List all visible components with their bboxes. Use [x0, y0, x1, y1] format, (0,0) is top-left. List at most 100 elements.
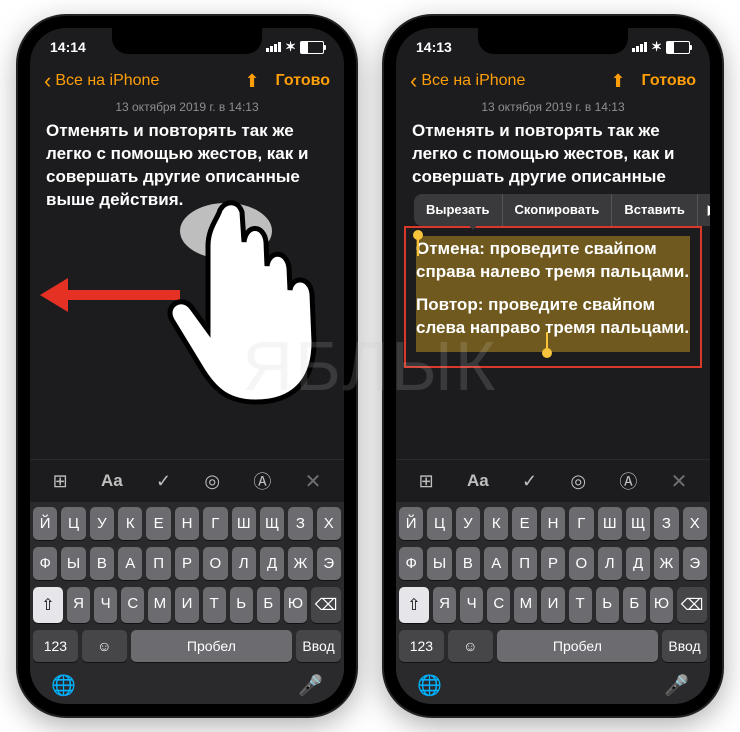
key-А[interactable]: А: [484, 547, 508, 580]
key-Т[interactable]: Т: [203, 587, 226, 623]
ctx-paste[interactable]: Вставить: [612, 194, 698, 226]
key-Я[interactable]: Я: [433, 587, 456, 623]
selection-handle-end[interactable]: [542, 348, 552, 358]
note-body[interactable]: Отменять и повторять так же легко с помо…: [396, 120, 710, 459]
ctx-cut[interactable]: Вырезать: [414, 194, 503, 226]
key-Л[interactable]: Л: [598, 547, 622, 580]
done-button[interactable]: Готово: [642, 72, 696, 90]
key-У[interactable]: У: [90, 507, 114, 540]
keyboard[interactable]: ЙЦУКЕНГШЩЗХ ФЫВАПРОЛДЖЭ ⇧ ЯЧСМИТЬБЮ ⌫ 12…: [30, 502, 344, 704]
key-Ф[interactable]: Ф: [33, 547, 57, 580]
shift-key[interactable]: ⇧: [33, 587, 63, 623]
enter-key[interactable]: Ввод: [296, 630, 341, 662]
selected-text[interactable]: Отмена: проведите свайпом справа налево …: [416, 236, 690, 352]
shift-key[interactable]: ⇧: [399, 587, 429, 623]
close-icon[interactable]: ✕: [671, 469, 688, 494]
key-Ы[interactable]: Ы: [61, 547, 85, 580]
numbers-key[interactable]: 123: [399, 630, 444, 662]
key-Ц[interactable]: Ц: [427, 507, 451, 540]
done-button[interactable]: Готово: [276, 72, 330, 90]
key-Л[interactable]: Л: [232, 547, 256, 580]
key-В[interactable]: В: [90, 547, 114, 580]
markup-icon[interactable]: Ⓐ: [619, 468, 637, 494]
key-Б[interactable]: Б: [623, 587, 646, 623]
key-З[interactable]: З: [654, 507, 678, 540]
mic-icon[interactable]: 🎤: [298, 673, 323, 698]
key-Ч[interactable]: Ч: [460, 587, 483, 623]
key-О[interactable]: О: [569, 547, 593, 580]
globe-icon[interactable]: 🌐: [417, 673, 442, 698]
key-Б[interactable]: Б: [257, 587, 280, 623]
key-Е[interactable]: Е: [512, 507, 536, 540]
key-Я[interactable]: Я: [67, 587, 90, 623]
key-Н[interactable]: Н: [541, 507, 565, 540]
key-Ь[interactable]: Ь: [230, 587, 253, 623]
key-Ш[interactable]: Ш: [598, 507, 622, 540]
key-Е[interactable]: Е: [146, 507, 170, 540]
key-Э[interactable]: Э: [317, 547, 341, 580]
mic-icon[interactable]: 🎤: [664, 673, 689, 698]
key-Ц[interactable]: Ц: [61, 507, 85, 540]
delete-key[interactable]: ⌫: [311, 587, 341, 623]
format-icon[interactable]: Aa: [467, 471, 489, 491]
table-icon[interactable]: ⊞: [53, 471, 68, 492]
key-Й[interactable]: Й: [399, 507, 423, 540]
key-Ф[interactable]: Ф: [399, 547, 423, 580]
key-М[interactable]: М: [148, 587, 171, 623]
checklist-icon[interactable]: ✓: [522, 471, 537, 492]
close-icon[interactable]: ✕: [305, 469, 322, 494]
key-Х[interactable]: Х: [683, 507, 707, 540]
back-button[interactable]: ‹ Все на iPhone: [44, 70, 159, 92]
emoji-key[interactable]: ☺: [448, 630, 493, 662]
share-icon[interactable]: ⬆︎: [244, 71, 259, 92]
key-Д[interactable]: Д: [260, 547, 284, 580]
key-Х[interactable]: Х: [317, 507, 341, 540]
globe-icon[interactable]: 🌐: [51, 673, 76, 698]
key-С[interactable]: С: [121, 587, 144, 623]
key-Г[interactable]: Г: [203, 507, 227, 540]
key-Н[interactable]: Н: [175, 507, 199, 540]
camera-icon[interactable]: ◎: [570, 471, 586, 492]
ctx-more-icon[interactable]: ▶: [698, 194, 710, 226]
checklist-icon[interactable]: ✓: [156, 471, 171, 492]
back-button[interactable]: ‹ Все на iPhone: [410, 70, 525, 92]
key-Ж[interactable]: Ж: [288, 547, 312, 580]
key-С[interactable]: С: [487, 587, 510, 623]
key-Т[interactable]: Т: [569, 587, 592, 623]
context-menu[interactable]: Вырезать Скопировать Вставить ▶: [414, 194, 710, 226]
key-З[interactable]: З: [288, 507, 312, 540]
emoji-key[interactable]: ☺: [82, 630, 127, 662]
key-М[interactable]: М: [514, 587, 537, 623]
key-А[interactable]: А: [118, 547, 142, 580]
key-Ч[interactable]: Ч: [94, 587, 117, 623]
markup-icon[interactable]: Ⓐ: [253, 468, 271, 494]
key-Р[interactable]: Р: [175, 547, 199, 580]
delete-key[interactable]: ⌫: [677, 587, 707, 623]
key-В[interactable]: В: [456, 547, 480, 580]
note-body[interactable]: Отменять и повторять так же легко с помо…: [30, 120, 344, 459]
key-Э[interactable]: Э: [683, 547, 707, 580]
enter-key[interactable]: Ввод: [662, 630, 707, 662]
key-П[interactable]: П: [512, 547, 536, 580]
key-Ш[interactable]: Ш: [232, 507, 256, 540]
key-Щ[interactable]: Щ: [260, 507, 284, 540]
table-icon[interactable]: ⊞: [419, 471, 434, 492]
key-Г[interactable]: Г: [569, 507, 593, 540]
key-О[interactable]: О: [203, 547, 227, 580]
key-Щ[interactable]: Щ: [626, 507, 650, 540]
key-Ь[interactable]: Ь: [596, 587, 619, 623]
numbers-key[interactable]: 123: [33, 630, 78, 662]
key-И[interactable]: И: [175, 587, 198, 623]
key-К[interactable]: К: [484, 507, 508, 540]
format-icon[interactable]: Aa: [101, 471, 123, 491]
key-Р[interactable]: Р: [541, 547, 565, 580]
key-Ю[interactable]: Ю: [650, 587, 673, 623]
camera-icon[interactable]: ◎: [204, 471, 220, 492]
key-Ж[interactable]: Ж: [654, 547, 678, 580]
key-Д[interactable]: Д: [626, 547, 650, 580]
key-Й[interactable]: Й: [33, 507, 57, 540]
space-key[interactable]: Пробел: [131, 630, 292, 662]
key-К[interactable]: К: [118, 507, 142, 540]
keyboard[interactable]: ЙЦУКЕНГШЩЗХ ФЫВАПРОЛДЖЭ ⇧ ЯЧСМИТЬБЮ ⌫ 12…: [396, 502, 710, 704]
key-И[interactable]: И: [541, 587, 564, 623]
